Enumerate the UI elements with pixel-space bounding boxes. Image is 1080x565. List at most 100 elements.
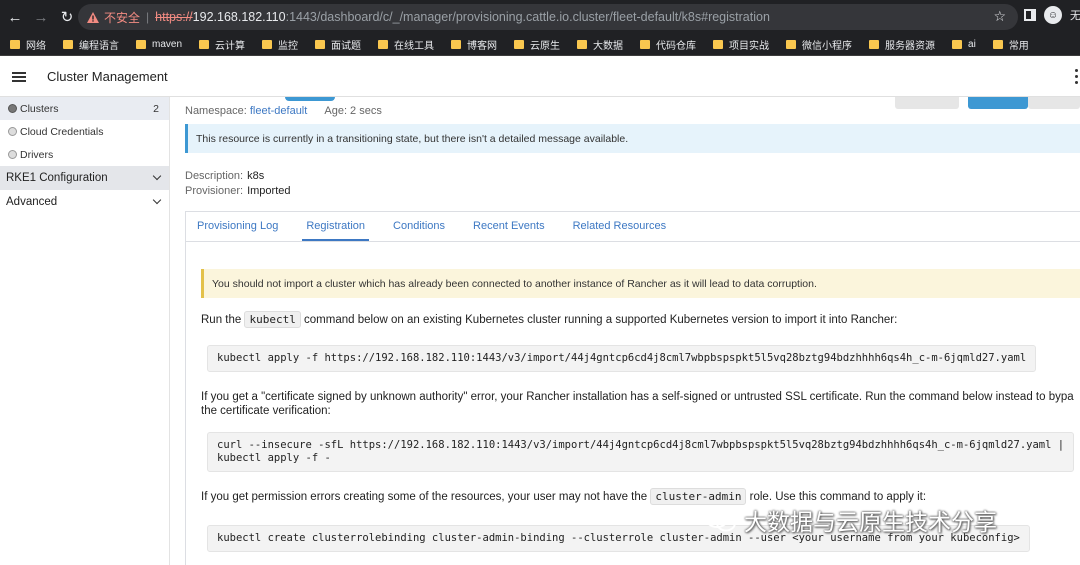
folder-icon — [952, 40, 963, 49]
sidebar-group-label: Advanced — [6, 196, 58, 208]
bookmark-label: 面试题 — [331, 41, 362, 52]
bookmark-item[interactable]: 网络 — [10, 37, 46, 52]
sidebar-item-clusters[interactable]: Clusters 2 — [0, 97, 169, 120]
bookmark-item[interactable]: 大数据 — [577, 37, 623, 52]
back-icon[interactable]: ← — [4, 6, 26, 28]
certificate-instruction: If you get a "certificate signed by unkn… — [201, 390, 1080, 418]
permission-instruction: If you get permission errors creating so… — [201, 488, 1080, 505]
drivers-icon — [8, 150, 17, 159]
corruption-warning-banner: You should not import a cluster which ha… — [201, 269, 1080, 298]
text: Run the — [201, 314, 245, 326]
sidebar-item-drivers[interactable]: Drivers — [0, 143, 169, 166]
bookmark-label: 博客网 — [467, 41, 498, 52]
sidebar-item-cloud-credentials[interactable]: Cloud Credentials — [0, 120, 169, 143]
command-text[interactable]: kubectl apply -f - — [217, 452, 1064, 465]
url-host: 192.168.182.110 — [192, 10, 286, 24]
bookmark-item[interactable]: 服务器资源 — [869, 37, 935, 52]
bookmark-label: 云原生 — [530, 41, 561, 52]
tab-related-resources[interactable]: Related Resources — [573, 220, 667, 241]
status-badge — [285, 97, 335, 101]
tab-conditions[interactable]: Conditions — [393, 220, 445, 241]
command-text[interactable]: curl --insecure -sfL https://192.168.182… — [217, 439, 1064, 452]
text: If you get permission errors creating so… — [201, 491, 651, 503]
inline-code-kubectl: kubectl — [244, 311, 301, 328]
app-header: Cluster Management — [0, 57, 1080, 97]
bookmark-item[interactable]: 监控 — [262, 37, 298, 52]
reload-icon[interactable]: ↻ — [56, 6, 78, 28]
banner-text: You should not import a cluster which ha… — [212, 277, 817, 290]
folder-icon — [514, 40, 525, 49]
more-options-icon[interactable] — [1075, 69, 1078, 84]
bookmark-item[interactable]: 微信小程序 — [786, 37, 852, 52]
app-title: Cluster Management — [47, 69, 168, 84]
sidebar: Clusters 2 Cloud Credentials Drivers RKE… — [0, 97, 170, 565]
banner-text: This resource is currently in a transiti… — [196, 132, 629, 145]
sidebar-group-advanced[interactable]: Advanced — [0, 190, 169, 214]
folder-icon — [992, 40, 1003, 49]
sidepanel-icon[interactable] — [1024, 9, 1036, 21]
bookmark-label: 监控 — [278, 41, 299, 52]
bookmark-label: 编程语言 — [79, 41, 119, 52]
namespace-link[interactable]: fleet-default — [250, 105, 307, 117]
bookmark-item[interactable]: ai — [952, 39, 976, 50]
bookmark-label: 云计算 — [215, 41, 246, 52]
action-button-primary[interactable] — [968, 97, 1028, 109]
action-button-secondary[interactable] — [895, 97, 959, 109]
folder-icon — [63, 40, 73, 49]
sidebar-item-label: Clusters — [20, 102, 59, 115]
folder-icon — [713, 40, 724, 49]
address-bar[interactable]: 不安全 | https:// 192.168.182.110 :1443/das… — [78, 4, 1018, 30]
folder-icon — [451, 40, 462, 49]
import-command-block[interactable]: kubectl apply -f https://192.168.182.110… — [207, 345, 1037, 372]
browser-toolbar: ← → ↻ 不安全 | https:// 192.168.182.110 :14… — [0, 0, 1080, 34]
bookmark-label: 网络 — [26, 41, 46, 52]
bookmark-item[interactable]: 常用 — [992, 37, 1029, 52]
sidebar-item-label: Drivers — [20, 148, 54, 161]
chevron-down-icon[interactable] — [152, 171, 162, 181]
description-label: Description: — [185, 170, 244, 182]
transition-info-banner: This resource is currently in a transiti… — [185, 124, 1080, 153]
chevron-down-icon[interactable] — [152, 195, 162, 205]
bookmark-item[interactable]: 编程语言 — [63, 37, 119, 52]
clusters-icon — [8, 104, 17, 113]
bookmark-item[interactable]: 项目实战 — [713, 37, 769, 52]
menu-icon[interactable] — [12, 71, 26, 82]
folder-icon — [315, 40, 326, 49]
bookmark-item[interactable]: 面试题 — [315, 37, 361, 52]
url-separator: | — [146, 10, 150, 24]
warning-icon[interactable] — [86, 10, 100, 24]
tab-registration[interactable]: Registration — [302, 220, 370, 241]
provisioner-value: Imported — [247, 185, 291, 197]
bookmark-label: 代码仓库 — [656, 41, 697, 52]
text: If you get a "certificate signed by unkn… — [201, 391, 1074, 403]
tab-provisioning-log[interactable]: Provisioning Log — [197, 220, 278, 241]
profile-name[interactable]: 无 — [1070, 7, 1080, 23]
url-scheme: https:// — [155, 10, 193, 24]
text: role. Use this command to apply it: — [746, 491, 927, 503]
profile-avatar-icon[interactable]: ☺ — [1044, 6, 1062, 24]
provisioner-label: Provisioner: — [185, 185, 244, 197]
action-button-tertiary[interactable] — [1028, 97, 1080, 109]
bookmark-item[interactable]: 代码仓库 — [640, 37, 696, 52]
folder-icon — [640, 40, 651, 49]
bookmark-item[interactable]: 云计算 — [199, 37, 245, 52]
bookmark-item[interactable]: 在线工具 — [378, 37, 434, 52]
command-text[interactable]: kubectl apply -f https://192.168.182.110… — [217, 352, 1026, 364]
bookmark-item[interactable]: 云原生 — [514, 37, 560, 52]
age-text: Age: 2 secs — [324, 105, 382, 117]
bookmark-label: ai — [968, 39, 976, 50]
bookmark-star-icon[interactable]: ☆ — [993, 8, 1006, 25]
description-value: k8s — [247, 170, 265, 182]
forward-icon[interactable]: → — [30, 6, 52, 28]
folder-icon — [786, 40, 797, 49]
tab-recent-events[interactable]: Recent Events — [473, 220, 545, 241]
bookmark-item[interactable]: 博客网 — [451, 37, 497, 52]
sidebar-group-label: RKE1 Configuration — [6, 172, 108, 184]
bookmark-label: 服务器资源 — [885, 41, 936, 52]
bookmark-label: 常用 — [1008, 41, 1029, 52]
sidebar-group-rke1-configuration[interactable]: RKE1 Configuration — [0, 166, 169, 190]
insecure-import-command-block[interactable]: curl --insecure -sfL https://192.168.182… — [207, 432, 1075, 472]
run-kubectl-instruction: Run the kubectl command below on an exis… — [201, 311, 1080, 328]
bookmark-item[interactable]: maven — [136, 39, 182, 50]
insecure-label[interactable]: 不安全 — [104, 9, 140, 26]
